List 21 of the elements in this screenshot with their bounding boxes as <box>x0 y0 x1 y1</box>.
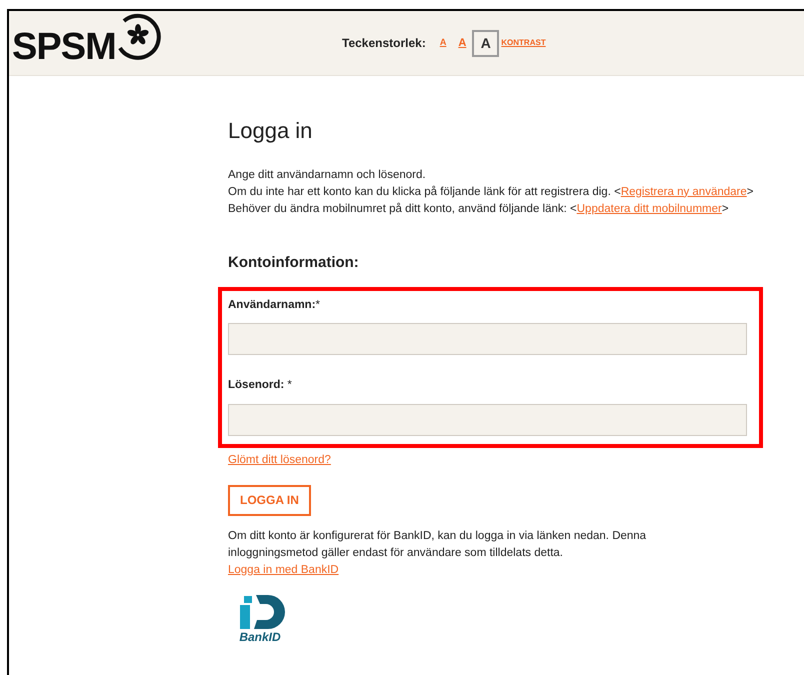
font-size-option[interactable]: A <box>440 36 446 50</box>
forgot-password-link[interactable]: Glömt ditt lösenord? <box>228 452 331 469</box>
intro-text: Om du inte har ett konto kan du klicka på följande länk för att registrera dig. <Registrera ny användare> <box>228 184 754 200</box>
contrast-link[interactable]: KONTRAST <box>501 37 546 49</box>
logo-text: SPSM <box>12 28 116 66</box>
bankid-link[interactable]: Logga in med BankID <box>228 562 339 579</box>
field-label: Användarnamn:* <box>228 298 322 313</box>
page-title: Logga in <box>228 117 314 144</box>
login-button[interactable]: LOGGA IN <box>228 484 311 516</box>
font-size-option[interactable]: A <box>458 34 466 52</box>
font-size-option[interactable]: A <box>472 30 500 56</box>
text-link[interactable]: Registrera ny användare <box>620 186 747 198</box>
font-size-label: Teckenstorlek: <box>342 35 426 52</box>
input-field[interactable] <box>228 404 747 436</box>
section-heading: Kontoinformation: <box>228 252 360 272</box>
input-field[interactable] <box>228 323 747 356</box>
field-label: Lösenord: * <box>228 378 293 394</box>
intro-text: Behöver du ändra mobilnumret på ditt konto, använd följande länk: <Uppdatera ditt mobilnummer> <box>228 202 730 216</box>
bankid-description: Om ditt konto är konfigurerat för BankID, kan du logga in via länken nedan. Denna inloggningsmetod gäller endast för användare som tilldelats detta. <box>228 528 648 561</box>
intro-text: Ange ditt användarnamn och lösenord. <box>228 168 427 182</box>
text-link[interactable]: Uppdatera ditt mobilnummer <box>576 202 722 214</box>
